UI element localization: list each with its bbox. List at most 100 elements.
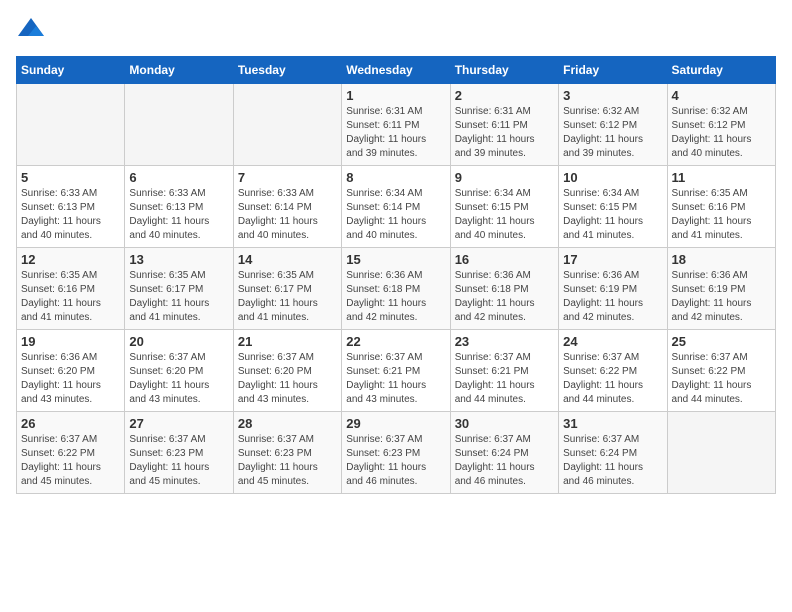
calendar-cell: 11 Sunrise: 6:35 AM Sunset: 6:16 PM Dayli… (667, 166, 775, 248)
calendar-cell (125, 84, 233, 166)
weekday-header: Sunday (17, 57, 125, 84)
day-info: Sunrise: 6:37 AM Sunset: 6:20 PM Dayligh… (238, 351, 337, 407)
calendar-cell: 5 Sunrise: 6:33 AM Sunset: 6:13 PM Daylig… (17, 166, 125, 248)
day-info: Sunrise: 6:37 AM Sunset: 6:22 PM Dayligh… (672, 351, 771, 407)
calendar-cell (17, 84, 125, 166)
day-number: 18 (672, 252, 771, 267)
day-number: 21 (238, 334, 337, 349)
day-info: Sunrise: 6:37 AM Sunset: 6:24 PM Dayligh… (455, 433, 554, 489)
day-info: Sunrise: 6:34 AM Sunset: 6:15 PM Dayligh… (563, 187, 662, 243)
calendar-week-row: 12Sunrise: 6:35 AM Sunset: 6:16 PM Dayli… (17, 248, 776, 330)
calendar-cell (667, 412, 775, 494)
day-number: 3 (563, 88, 662, 103)
calendar-cell: 15Sunrise: 6:36 AM Sunset: 6:18 PM Dayli… (342, 248, 450, 330)
day-number: 23 (455, 334, 554, 349)
calendar-cell (233, 84, 341, 166)
day-number: 9 (455, 170, 554, 185)
calendar-body: 1 Sunrise: 6:31 AM Sunset: 6:11 PM Daylig… (17, 84, 776, 494)
day-number: 14 (238, 252, 337, 267)
day-number: 13 (129, 252, 228, 267)
weekday-header: Saturday (667, 57, 775, 84)
day-info: Sunrise: 6:36 AM Sunset: 6:19 PM Dayligh… (563, 269, 662, 325)
day-info: Sunrise: 6:33 AM Sunset: 6:14 PM Dayligh… (238, 187, 337, 243)
day-number: 17 (563, 252, 662, 267)
calendar-table: SundayMondayTuesdayWednesdayThursdayFrid… (16, 56, 776, 494)
calendar-cell: 26 Sunrise: 6:37 AM Sunset: 6:22 PM Dayli… (17, 412, 125, 494)
day-number: 6 (129, 170, 228, 185)
weekday-header: Thursday (450, 57, 558, 84)
calendar-cell: 18 Sunrise: 6:36 AM Sunset: 6:19 PM Dayli… (667, 248, 775, 330)
day-info: Sunrise: 6:33 AM Sunset: 6:13 PM Dayligh… (21, 187, 120, 243)
calendar-cell: 9 Sunrise: 6:34 AM Sunset: 6:15 PM Daylig… (450, 166, 558, 248)
calendar-cell: 28 Sunrise: 6:37 AM Sunset: 6:23 PM Dayli… (233, 412, 341, 494)
day-number: 1 (346, 88, 445, 103)
calendar-cell: 22 Sunrise: 6:37 AM Sunset: 6:21 PM Dayli… (342, 330, 450, 412)
day-info: Sunrise: 6:37 AM Sunset: 6:20 PM Dayligh… (129, 351, 228, 407)
logo (16, 16, 50, 46)
weekday-header: Tuesday (233, 57, 341, 84)
weekday-header: Monday (125, 57, 233, 84)
day-number: 24 (563, 334, 662, 349)
day-info: Sunrise: 6:37 AM Sunset: 6:21 PM Dayligh… (346, 351, 445, 407)
calendar-cell: 6 Sunrise: 6:33 AM Sunset: 6:13 PM Daylig… (125, 166, 233, 248)
calendar-cell: 12Sunrise: 6:35 AM Sunset: 6:16 PM Dayli… (17, 248, 125, 330)
calendar-cell: 17 Sunrise: 6:36 AM Sunset: 6:19 PM Dayli… (559, 248, 667, 330)
day-info: Sunrise: 6:36 AM Sunset: 6:19 PM Dayligh… (672, 269, 771, 325)
day-number: 2 (455, 88, 554, 103)
calendar-cell: 16 Sunrise: 6:36 AM Sunset: 6:18 PM Dayli… (450, 248, 558, 330)
calendar-cell: 19 Sunrise: 6:36 AM Sunset: 6:20 PM Dayli… (17, 330, 125, 412)
day-number: 31 (563, 416, 662, 431)
day-number: 30 (455, 416, 554, 431)
calendar-cell: 14Sunrise: 6:35 AM Sunset: 6:17 PM Dayli… (233, 248, 341, 330)
weekday-header: Friday (559, 57, 667, 84)
day-info: Sunrise: 6:31 AM Sunset: 6:11 PM Dayligh… (346, 105, 445, 161)
calendar-cell: 1 Sunrise: 6:31 AM Sunset: 6:11 PM Daylig… (342, 84, 450, 166)
calendar-cell: 10 Sunrise: 6:34 AM Sunset: 6:15 PM Dayli… (559, 166, 667, 248)
day-info: Sunrise: 6:34 AM Sunset: 6:15 PM Dayligh… (455, 187, 554, 243)
day-number: 8 (346, 170, 445, 185)
calendar-week-row: 19 Sunrise: 6:36 AM Sunset: 6:20 PM Dayli… (17, 330, 776, 412)
calendar-cell: 20 Sunrise: 6:37 AM Sunset: 6:20 PM Dayli… (125, 330, 233, 412)
day-info: Sunrise: 6:37 AM Sunset: 6:23 PM Dayligh… (238, 433, 337, 489)
day-info: Sunrise: 6:32 AM Sunset: 6:12 PM Dayligh… (563, 105, 662, 161)
calendar-cell: 27Sunrise: 6:37 AM Sunset: 6:23 PM Dayli… (125, 412, 233, 494)
day-number: 10 (563, 170, 662, 185)
day-info: Sunrise: 6:36 AM Sunset: 6:18 PM Dayligh… (455, 269, 554, 325)
day-number: 19 (21, 334, 120, 349)
calendar-cell: 29 Sunrise: 6:37 AM Sunset: 6:23 PM Dayli… (342, 412, 450, 494)
page-header (16, 16, 776, 46)
day-number: 4 (672, 88, 771, 103)
day-info: Sunrise: 6:37 AM Sunset: 6:22 PM Dayligh… (563, 351, 662, 407)
day-info: Sunrise: 6:33 AM Sunset: 6:13 PM Dayligh… (129, 187, 228, 243)
day-number: 22 (346, 334, 445, 349)
calendar-cell: 24 Sunrise: 6:37 AM Sunset: 6:22 PM Dayli… (559, 330, 667, 412)
calendar-cell: 30 Sunrise: 6:37 AM Sunset: 6:24 PM Dayli… (450, 412, 558, 494)
calendar-cell: 25 Sunrise: 6:37 AM Sunset: 6:22 PM Dayli… (667, 330, 775, 412)
calendar-cell: 31 Sunrise: 6:37 AM Sunset: 6:24 PM Dayli… (559, 412, 667, 494)
calendar-week-row: 5 Sunrise: 6:33 AM Sunset: 6:13 PM Daylig… (17, 166, 776, 248)
day-number: 25 (672, 334, 771, 349)
day-info: Sunrise: 6:36 AM Sunset: 6:18 PM Dayligh… (346, 269, 445, 325)
day-number: 26 (21, 416, 120, 431)
day-info: Sunrise: 6:37 AM Sunset: 6:24 PM Dayligh… (563, 433, 662, 489)
day-info: Sunrise: 6:37 AM Sunset: 6:21 PM Dayligh… (455, 351, 554, 407)
day-number: 11 (672, 170, 771, 185)
calendar-week-row: 26 Sunrise: 6:37 AM Sunset: 6:22 PM Dayli… (17, 412, 776, 494)
day-info: Sunrise: 6:37 AM Sunset: 6:22 PM Dayligh… (21, 433, 120, 489)
day-number: 16 (455, 252, 554, 267)
day-number: 28 (238, 416, 337, 431)
day-number: 29 (346, 416, 445, 431)
day-info: Sunrise: 6:32 AM Sunset: 6:12 PM Dayligh… (672, 105, 771, 161)
calendar-cell: 2Sunrise: 6:31 AM Sunset: 6:11 PM Daylig… (450, 84, 558, 166)
day-number: 5 (21, 170, 120, 185)
day-info: Sunrise: 6:35 AM Sunset: 6:16 PM Dayligh… (672, 187, 771, 243)
calendar-cell: 13 Sunrise: 6:35 AM Sunset: 6:17 PM Dayli… (125, 248, 233, 330)
day-number: 20 (129, 334, 228, 349)
day-number: 27 (129, 416, 228, 431)
day-info: Sunrise: 6:36 AM Sunset: 6:20 PM Dayligh… (21, 351, 120, 407)
calendar-cell: 7Sunrise: 6:33 AM Sunset: 6:14 PM Daylig… (233, 166, 341, 248)
day-info: Sunrise: 6:37 AM Sunset: 6:23 PM Dayligh… (346, 433, 445, 489)
day-info: Sunrise: 6:34 AM Sunset: 6:14 PM Dayligh… (346, 187, 445, 243)
day-info: Sunrise: 6:35 AM Sunset: 6:17 PM Dayligh… (129, 269, 228, 325)
calendar-cell: 23 Sunrise: 6:37 AM Sunset: 6:21 PM Dayli… (450, 330, 558, 412)
